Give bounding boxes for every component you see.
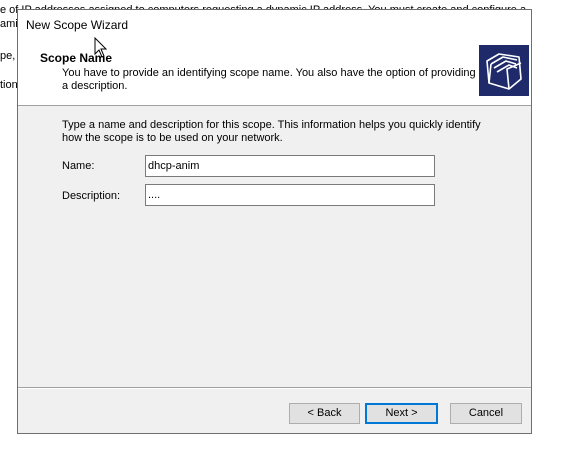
cancel-button[interactable]: Cancel [450,403,522,424]
button-separator [18,387,531,389]
background-text-line2: ami [0,18,18,30]
window-title: New Scope Wizard [26,18,129,32]
description-label: Description: [62,190,121,202]
back-button[interactable]: < Back [289,403,360,424]
instructions-text: Type a name and description for this sco… [62,119,481,144]
name-label: Name: [62,160,95,172]
next-button[interactable]: Next > [365,403,438,424]
page-subtitle: You have to provide an identifying scope… [62,67,476,92]
background-text-line3: pe, [0,50,16,62]
background-text-line4: tion [0,79,18,91]
name-field[interactable] [145,155,435,177]
mouse-cursor-icon [94,37,108,58]
description-field[interactable] [145,184,435,206]
scope-folders-icon-graphic [486,53,522,90]
scope-folders-icon [479,45,529,96]
new-scope-wizard-dialog: New Scope Wizard Scope Name You have to … [17,9,532,434]
